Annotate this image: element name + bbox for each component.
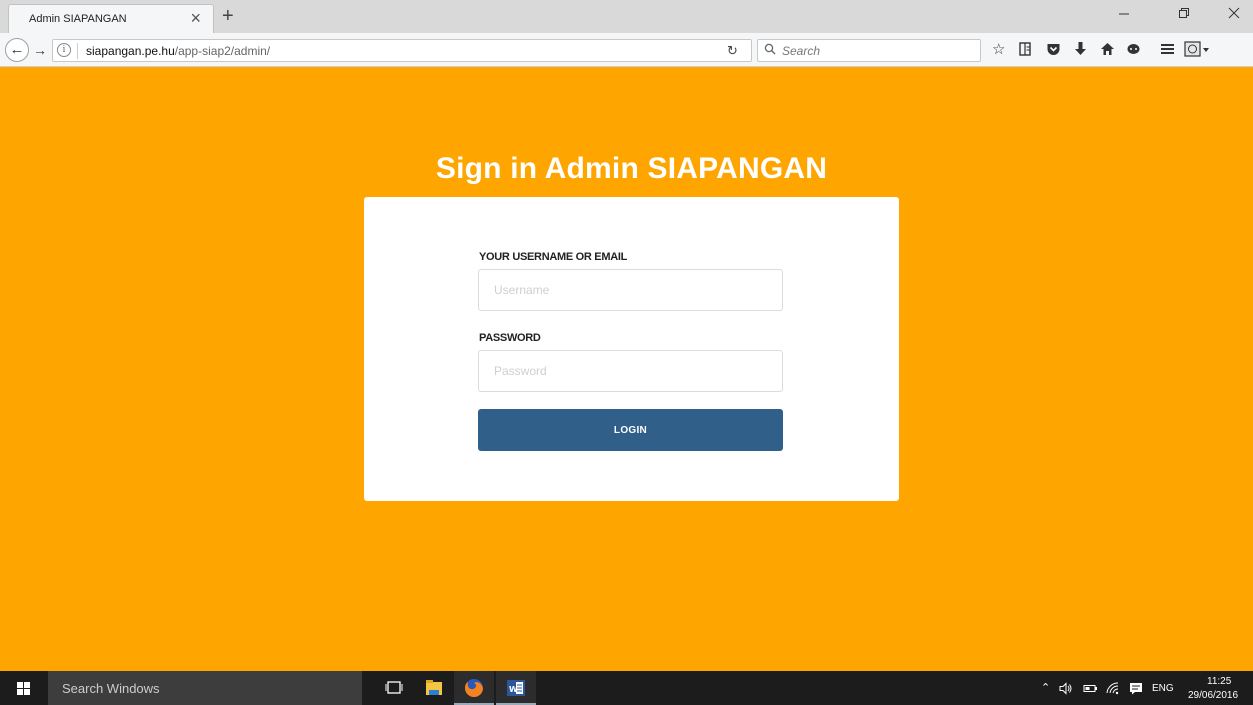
forward-arrow-icon[interactable]: → [33,41,47,59]
url-host: siapangan.pe.hu [86,44,175,58]
login-button[interactable]: LOGIN [478,409,783,451]
pocket-icon[interactable] [1046,41,1061,62]
taskbar-search-text: Search Windows [62,681,160,696]
login-card: YOUR USERNAME OR EMAIL PASSWORD LOGIN [364,197,899,501]
search-placeholder: Search [782,44,821,58]
wifi-icon[interactable] [1106,682,1120,699]
search-bar[interactable]: Search [757,39,981,62]
word-taskbar-icon[interactable]: W [496,671,536,705]
start-button[interactable] [0,671,48,705]
tab-title: Admin SIAPANGAN [29,13,127,25]
reload-icon[interactable]: ↻ [727,44,738,58]
action-center-icon[interactable] [1129,682,1143,699]
close-window-icon[interactable] [1228,6,1240,24]
bookmarks-library-icon[interactable] [1018,41,1032,62]
tab-bar: Admin SIAPANGAN × + [0,0,1253,33]
tab-close-icon[interactable]: × [190,8,201,28]
taskbar: Search Windows W ⌃ ENG 11:25 29/06/2016 [0,671,1253,705]
new-tab-icon[interactable]: + [222,5,234,27]
firefox-taskbar-icon[interactable] [454,671,494,705]
page-title: Sign in Admin SIAPANGAN [435,152,828,185]
url-separator [77,43,78,59]
file-explorer-icon[interactable] [414,671,454,705]
home-icon[interactable] [1100,41,1115,62]
url-path: /app-siap2/admin/ [174,44,271,58]
minimize-icon[interactable] [1118,6,1130,24]
chat-icon[interactable] [1126,41,1141,62]
restore-icon[interactable] [1178,6,1190,24]
taskbar-search-box[interactable]: Search Windows [48,671,362,705]
menu-icon[interactable] [1160,41,1175,62]
url-text[interactable]: siapangan.pe.hu/app-siap2/admin/ [86,44,270,58]
volume-icon[interactable] [1059,682,1073,699]
username-input[interactable] [478,269,783,311]
password-label: PASSWORD [479,332,541,344]
clock-date[interactable]: 29/06/2016 [1188,690,1238,701]
browser-tab[interactable]: Admin SIAPANGAN × [8,4,214,33]
extension-icon[interactable] [1184,41,1210,62]
task-view-icon[interactable] [374,671,414,705]
password-input[interactable] [478,350,783,392]
search-icon [764,43,776,58]
address-bar[interactable]: i siapangan.pe.hu/app-siap2/admin/ [52,39,752,62]
bookmark-star-icon[interactable]: ☆ [992,41,1005,59]
battery-icon[interactable] [1083,682,1098,699]
language-indicator[interactable]: ENG [1152,683,1174,694]
username-label: YOUR USERNAME OR EMAIL [479,251,628,263]
windows-logo-icon [17,682,30,695]
download-icon[interactable] [1074,41,1087,62]
info-icon[interactable]: i [57,43,71,57]
svg-text:W: W [509,685,518,694]
show-hidden-icons-icon[interactable]: ⌃ [1041,682,1050,695]
clock-time[interactable]: 11:25 [1207,676,1231,687]
navigation-toolbar: ← → i siapangan.pe.hu/app-siap2/admin/ ↻… [0,33,1253,67]
back-arrow-icon[interactable]: ← [5,38,29,62]
